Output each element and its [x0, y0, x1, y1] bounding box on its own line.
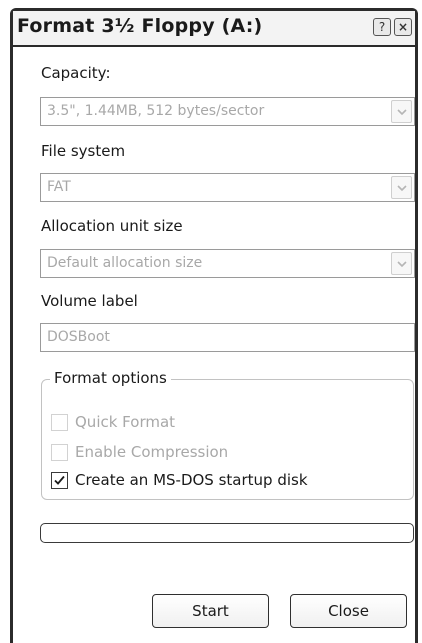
- chevron-down-icon: [397, 185, 407, 192]
- volume-label-input[interactable]: DOSBoot: [40, 323, 415, 352]
- format-dialog: Format 3½ Floppy (A:) ? × Capacity: 3.5"…: [10, 8, 418, 643]
- volume-label-value: DOSBoot: [47, 329, 110, 345]
- quick-format-label: Quick Format: [75, 413, 176, 431]
- window-title: Format 3½ Floppy (A:): [17, 15, 263, 37]
- help-icon: ?: [378, 20, 386, 34]
- help-button[interactable]: ?: [373, 18, 391, 36]
- check-icon: [54, 475, 65, 485]
- enable-compression-checkbox[interactable]: [51, 444, 68, 461]
- enable-compression-label: Enable Compression: [75, 443, 229, 461]
- file-system-dropdown[interactable]: FAT: [40, 173, 415, 202]
- capacity-label: Capacity:: [41, 64, 111, 82]
- close-window-button[interactable]: ×: [394, 18, 412, 36]
- start-button[interactable]: Start: [152, 594, 269, 628]
- chevron-down-icon: [397, 109, 407, 116]
- allocation-unit-dropdown-arrow[interactable]: [391, 252, 412, 275]
- msdos-startup-checkbox[interactable]: [51, 472, 68, 489]
- msdos-startup-label: Create an MS-DOS startup disk: [75, 471, 308, 489]
- allocation-unit-value: Default allocation size: [47, 255, 203, 271]
- volume-label-label: Volume label: [41, 292, 138, 310]
- file-system-dropdown-arrow[interactable]: [391, 176, 412, 199]
- close-icon: ×: [397, 20, 409, 34]
- chevron-down-icon: [397, 261, 407, 268]
- title-bar[interactable]: Format 3½ Floppy (A:) ? ×: [13, 11, 415, 47]
- capacity-dropdown[interactable]: 3.5", 1.44MB, 512 bytes/sector: [40, 97, 415, 126]
- capacity-value: 3.5", 1.44MB, 512 bytes/sector: [47, 103, 265, 119]
- capacity-dropdown-arrow[interactable]: [391, 100, 412, 123]
- quick-format-checkbox[interactable]: [51, 414, 68, 431]
- file-system-label: File system: [41, 142, 126, 160]
- format-options-group: Format options Quick Format Enable Compr…: [41, 369, 414, 500]
- allocation-unit-dropdown[interactable]: Default allocation size: [40, 249, 415, 278]
- format-progress-bar: [40, 523, 414, 543]
- allocation-unit-label: Allocation unit size: [41, 217, 183, 235]
- close-button[interactable]: Close: [290, 594, 407, 628]
- format-options-legend: Format options: [50, 369, 171, 387]
- file-system-value: FAT: [47, 179, 71, 195]
